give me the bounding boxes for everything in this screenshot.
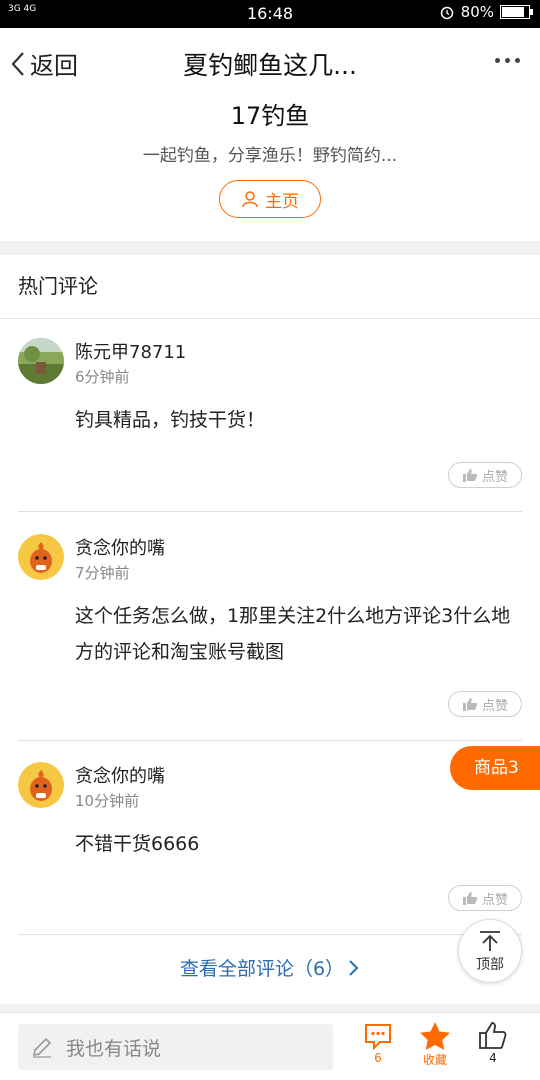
like-label: 点赞 (481, 892, 508, 908)
status-right: 80% (439, 3, 533, 21)
more-menu-icon[interactable] (495, 58, 520, 63)
comment-text: 不错干货6666 (75, 833, 200, 855)
comment-item: 陈元甲78711 6分钟前 钓具精品，钓技干货！ 点赞 (18, 338, 522, 512)
home-button[interactable]: 主页 (219, 180, 321, 218)
comment-input[interactable]: 我也有话说 (18, 1024, 333, 1070)
comment-time: 10分钟前 (75, 792, 140, 810)
avatar[interactable] (18, 534, 64, 580)
author-block: 17钓鱼 一起钓鱼，分享渔乐！野钓简约... 主页 (0, 96, 540, 218)
like-label: 点赞 (481, 469, 508, 485)
comment-time: 6分钟前 (75, 368, 130, 386)
comment-item: 贪念你的嘴 7分钟前 这个任务怎么做，1那里关注2什么地方评论3什么地方的评论和… (18, 534, 522, 741)
like-post-button[interactable]: 4 (468, 1021, 518, 1065)
battery-fill (502, 7, 525, 17)
comment-username[interactable]: 贪念你的嘴 (75, 534, 165, 560)
home-button-label: 主页 (265, 191, 299, 212)
hot-comments-heading: 热门评论 (0, 255, 540, 319)
like-count: 4 (489, 1051, 497, 1065)
goods-tab[interactable]: 商品3 (450, 746, 540, 790)
chevron-right-icon (349, 959, 359, 976)
thumbs-up-icon (462, 698, 478, 711)
author-name: 17钓鱼 (230, 102, 310, 130)
arrow-up-icon (480, 931, 500, 951)
author-description: 一起钓鱼，分享渔乐！野钓简约... (142, 146, 398, 166)
comment-text: 钓具精品，钓技干货！ (75, 409, 266, 431)
comments-button[interactable]: 6 (353, 1021, 403, 1065)
pencil-icon (32, 1037, 52, 1058)
like-button[interactable]: 点赞 (448, 691, 522, 717)
thumbs-up-icon (479, 1022, 507, 1049)
thumbs-up-icon (462, 469, 478, 482)
comment-count: 6 (374, 1051, 382, 1065)
view-all-label: 查看全部评论（6） (179, 958, 345, 980)
back-to-top-button[interactable]: 顶部 (458, 919, 522, 983)
status-bar: 3G 4G 16:48 80% (0, 0, 540, 28)
battery-icon (500, 5, 533, 19)
comment-item: 贪念你的嘴 10分钟前 不错干货6666 点赞 (18, 762, 522, 935)
comment-username[interactable]: 贪念你的嘴 (75, 762, 165, 788)
comment-bubble-icon (365, 1024, 391, 1051)
like-button[interactable]: 点赞 (448, 885, 522, 911)
alarm-icon (440, 6, 453, 20)
favorite-button[interactable]: 收藏 (410, 1021, 460, 1068)
comment-time: 7分钟前 (75, 564, 130, 582)
avatar[interactable] (18, 762, 64, 808)
star-icon (420, 1022, 450, 1050)
comment-input-placeholder: 我也有话说 (66, 1037, 162, 1060)
nav-bar: 返回 夏钓鲫鱼这几... (0, 28, 540, 98)
like-button[interactable]: 点赞 (448, 462, 522, 488)
page-title: 夏钓鲫鱼这几... (183, 51, 357, 80)
battery-percent: 80% (460, 3, 494, 21)
avatar[interactable] (18, 338, 64, 384)
bottom-divider (0, 1004, 540, 1012)
back-to-top-label: 顶部 (476, 957, 504, 973)
section-divider (0, 241, 540, 255)
like-label: 点赞 (481, 698, 508, 714)
favorite-label: 收藏 (422, 1053, 447, 1067)
bottom-bar: 我也有话说 6 收藏 4 (0, 1012, 540, 1080)
thumbs-up-icon (462, 892, 478, 905)
comment-username[interactable]: 陈元甲78711 (75, 338, 186, 364)
user-icon (242, 191, 258, 208)
comment-text: 这个任务怎么做，1那里关注2什么地方评论3什么地方的评论和淘宝账号截图 (75, 605, 511, 663)
